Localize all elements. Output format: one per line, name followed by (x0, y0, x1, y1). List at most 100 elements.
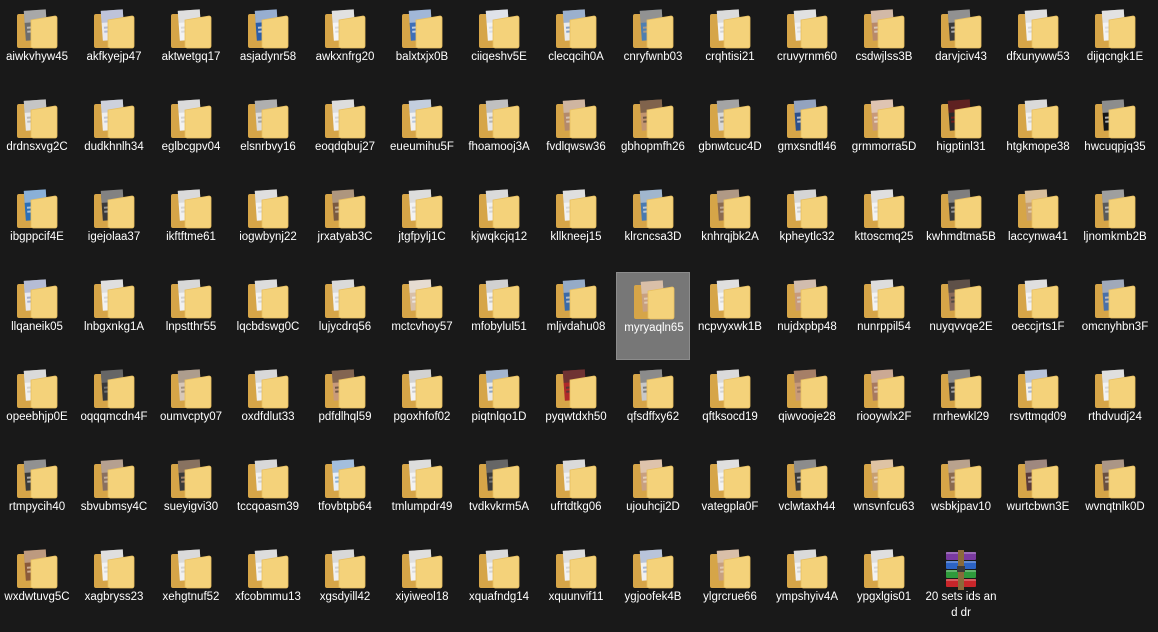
folder-item-ljnomkmb2b[interactable]: ljnomkmb2B (1078, 182, 1152, 270)
folder-item-mljvdahu08[interactable]: mljvdahu08 (539, 272, 613, 360)
folder-item-higptinl31[interactable]: higptinl31 (924, 92, 998, 180)
folder-item-gbnwtcuc4d[interactable]: gbnwtcuc4D (693, 92, 767, 180)
folder-item-oumvcpty07[interactable]: oumvcpty07 (154, 362, 228, 450)
folder-item-opeebhjp0e[interactable]: opeebhjp0E (0, 362, 74, 450)
folder-item-rthdvudj24[interactable]: rthdvudj24 (1078, 362, 1152, 450)
folder-item-tfovbtpb64[interactable]: tfovbtpb64 (308, 452, 382, 540)
folder-item-fhoamooj3a[interactable]: fhoamooj3A (462, 92, 536, 180)
folder-item-clecqcih0a[interactable]: clecqcih0A (539, 2, 613, 90)
folder-item-xiyiweol18[interactable]: xiyiweol18 (385, 542, 459, 630)
folder-item-lnbgxnkg1a[interactable]: lnbgxnkg1A (77, 272, 151, 360)
folder-item-klrcncsa3d[interactable]: klrcncsa3D (616, 182, 690, 270)
folder-item-oqqqmcdn4f[interactable]: oqqqmcdn4F (77, 362, 151, 450)
folder-item-ufrtdtkg06[interactable]: ufrtdtkg06 (539, 452, 613, 540)
folder-item-knhrqjbk2a[interactable]: knhrqjbk2A (693, 182, 767, 270)
folder-item-akfkyejp47[interactable]: akfkyejp47 (77, 2, 151, 90)
folder-item-qfsdffxy62[interactable]: qfsdffxy62 (616, 362, 690, 450)
folder-item-ympshyiv4a[interactable]: ympshyiv4A (770, 542, 844, 630)
folder-item-crqhtisi21[interactable]: crqhtisi21 (693, 2, 767, 90)
folder-item-wnsvnfcu63[interactable]: wnsvnfcu63 (847, 452, 921, 540)
folder-item-mctcvhoy57[interactable]: mctcvhoy57 (385, 272, 459, 360)
folder-item-ciiqeshv5e[interactable]: ciiqeshv5E (462, 2, 536, 90)
folder-item-ikftftme61[interactable]: ikftftme61 (154, 182, 228, 270)
folder-item-ncpvyxwk1b[interactable]: ncpvyxwk1B (693, 272, 767, 360)
folder-item-nuyqvvqe2e[interactable]: nuyqvvqe2E (924, 272, 998, 360)
folder-item-csdwjlss3b[interactable]: csdwjlss3B (847, 2, 921, 90)
folder-item-asjadynr58[interactable]: asjadynr58 (231, 2, 305, 90)
folder-item-lqcbdswg0c[interactable]: lqcbdswg0C (231, 272, 305, 360)
folder-item-xfcobmmu13[interactable]: xfcobmmu13 (231, 542, 305, 630)
folder-item-cnryfwnb03[interactable]: cnryfwnb03 (616, 2, 690, 90)
folder-item-nujdxpbp48[interactable]: nujdxpbp48 (770, 272, 844, 360)
folder-item-kttoscmq25[interactable]: kttoscmq25 (847, 182, 921, 270)
folder-item-pgoxhfof02[interactable]: pgoxhfof02 (385, 362, 459, 450)
folder-item-wvnqtnlk0d[interactable]: wvnqtnlk0D (1078, 452, 1152, 540)
folder-item-dfxunyww53[interactable]: dfxunyww53 (1001, 2, 1075, 90)
folder-item-tccqoasm39[interactable]: tccqoasm39 (231, 452, 305, 540)
folder-item-ujouhcji2d[interactable]: ujouhcji2D (616, 452, 690, 540)
folder-item-awkxnfrg20[interactable]: awkxnfrg20 (308, 2, 382, 90)
folder-item-darvjciv43[interactable]: darvjciv43 (924, 2, 998, 90)
folder-item-eueumihu5f[interactable]: eueumihu5F (385, 92, 459, 180)
folder-item-xgsdyill42[interactable]: xgsdyill42 (308, 542, 382, 630)
folder-item-aktwetgq17[interactable]: aktwetgq17 (154, 2, 228, 90)
folder-item-fvdlqwsw36[interactable]: fvdlqwsw36 (539, 92, 613, 180)
folder-item-aiwkvhyw45[interactable]: aiwkvhyw45 (0, 2, 74, 90)
folder-item-ygjoofek4b[interactable]: ygjoofek4B (616, 542, 690, 630)
folder-item-riooywlx2f[interactable]: riooywlx2F (847, 362, 921, 450)
folder-item-kjwqkcjq12[interactable]: kjwqkcjq12 (462, 182, 536, 270)
folder-item-rnrhewkl29[interactable]: rnrhewkl29 (924, 362, 998, 450)
folder-item-grmmorra5d[interactable]: grmmorra5D (847, 92, 921, 180)
folder-item-balxtxjx0b[interactable]: balxtxjx0B (385, 2, 459, 90)
folder-item-rsvttmqd09[interactable]: rsvttmqd09 (1001, 362, 1075, 450)
folder-item-wurtcbwn3e[interactable]: wurtcbwn3E (1001, 452, 1075, 540)
folder-item-hwcuqpjq35[interactable]: hwcuqpjq35 (1078, 92, 1152, 180)
folder-item-sbvubmsy4c[interactable]: sbvubmsy4C (77, 452, 151, 540)
archive-item-20-sets-ids-and-dr[interactable]: 20 sets ids and dr (924, 542, 998, 630)
folder-item-iogwbynj22[interactable]: iogwbynj22 (231, 182, 305, 270)
folder-item-mfobylul51[interactable]: mfobylul51 (462, 272, 536, 360)
folder-item-xquunvif11[interactable]: xquunvif11 (539, 542, 613, 630)
folder-item-rtmpycih40[interactable]: rtmpycih40 (0, 452, 74, 540)
folder-item-eoqdqbuj27[interactable]: eoqdqbuj27 (308, 92, 382, 180)
folder-item-xagbryss23[interactable]: xagbryss23 (77, 542, 151, 630)
folder-item-llqaneik05[interactable]: llqaneik05 (0, 272, 74, 360)
folder-item-qftksocd19[interactable]: qftksocd19 (693, 362, 767, 450)
folder-item-ypgxlgis01[interactable]: ypgxlgis01 (847, 542, 921, 630)
folder-item-elsnrbvy16[interactable]: elsnrbvy16 (231, 92, 305, 180)
folder-item-sueyigvi30[interactable]: sueyigvi30 (154, 452, 228, 540)
folder-item-oeccjrts1f[interactable]: oeccjrts1F (1001, 272, 1075, 360)
folder-item-qiwvooje28[interactable]: qiwvooje28 (770, 362, 844, 450)
folder-item-wxdwtuvg5c[interactable]: wxdwtuvg5C (0, 542, 74, 630)
folder-item-vclwtaxh44[interactable]: vclwtaxh44 (770, 452, 844, 540)
folder-item-nunrppil54[interactable]: nunrppil54 (847, 272, 921, 360)
folder-item-pdfdlhql59[interactable]: pdfdlhql59 (308, 362, 382, 450)
folder-item-dudkhnlh34[interactable]: dudkhnlh34 (77, 92, 151, 180)
folder-item-tvdkvkrm5a[interactable]: tvdkvkrm5A (462, 452, 536, 540)
folder-item-wsbkjpav10[interactable]: wsbkjpav10 (924, 452, 998, 540)
folder-item-jtgfpylj1c[interactable]: jtgfpylj1C (385, 182, 459, 270)
folder-item-kpheytlc32[interactable]: kpheytlc32 (770, 182, 844, 270)
folder-item-oxdfdlut33[interactable]: oxdfdlut33 (231, 362, 305, 450)
folder-item-piqtnlqo1d[interactable]: piqtnlqo1D (462, 362, 536, 450)
folder-item-cruvyrnm60[interactable]: cruvyrnm60 (770, 2, 844, 90)
folder-item-vategpla0f[interactable]: vategpla0F (693, 452, 767, 540)
folder-item-htgkmope38[interactable]: htgkmope38 (1001, 92, 1075, 180)
folder-item-ylgrcrue66[interactable]: ylgrcrue66 (693, 542, 767, 630)
folder-item-omcnyhbn3f[interactable]: omcnyhbn3F (1078, 272, 1152, 360)
folder-item-pyqwtdxh50[interactable]: pyqwtdxh50 (539, 362, 613, 450)
folder-item-xquafndg14[interactable]: xquafndg14 (462, 542, 536, 630)
folder-item-eglbcgpv04[interactable]: eglbcgpv04 (154, 92, 228, 180)
folder-item-drdnsxvg2c[interactable]: drdnsxvg2C (0, 92, 74, 180)
folder-item-gmxsndtl46[interactable]: gmxsndtl46 (770, 92, 844, 180)
folder-item-tmlumpdr49[interactable]: tmlumpdr49 (385, 452, 459, 540)
folder-item-myryaqln65[interactable]: myryaqln65 (616, 272, 690, 360)
folder-item-lnpstthr55[interactable]: lnpstthr55 (154, 272, 228, 360)
folder-item-gbhopmfh26[interactable]: gbhopmfh26 (616, 92, 690, 180)
folder-item-xehgtnuf52[interactable]: xehgtnuf52 (154, 542, 228, 630)
folder-item-kllkneej15[interactable]: kllkneej15 (539, 182, 613, 270)
folder-item-ibgppcif4e[interactable]: ibgppcif4E (0, 182, 74, 270)
folder-item-lujycdrq56[interactable]: lujycdrq56 (308, 272, 382, 360)
folder-item-dijqcngk1e[interactable]: dijqcngk1E (1078, 2, 1152, 90)
folder-item-igejolaa37[interactable]: igejolaa37 (77, 182, 151, 270)
